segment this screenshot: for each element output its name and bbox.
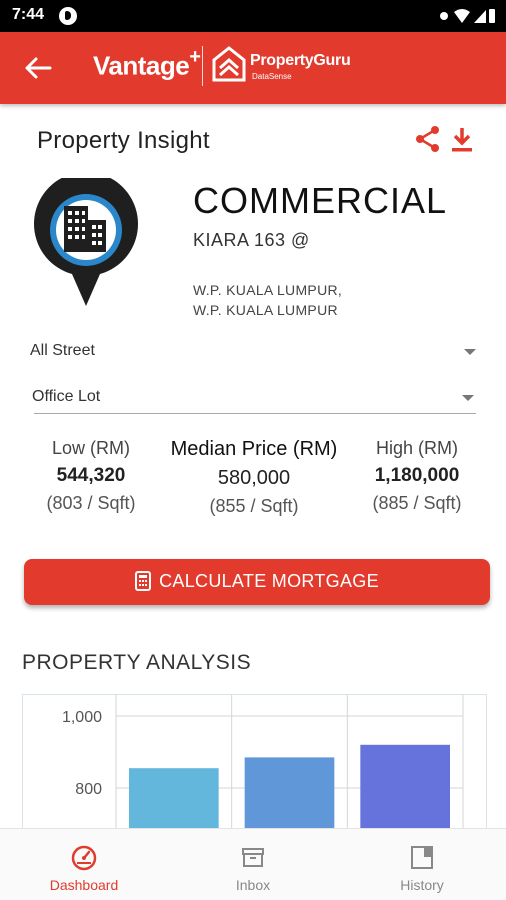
signal-icon bbox=[474, 10, 486, 23]
propertyguru-subtitle: DataSense bbox=[252, 72, 292, 81]
share-icon[interactable] bbox=[414, 124, 442, 154]
calculate-mortgage-button[interactable]: CALCULATE MORTGAGE bbox=[24, 559, 490, 605]
property-address: W.P. KUALA LUMPUR, W.P. KUALA LUMPUR bbox=[193, 280, 342, 320]
unit-type-dropdown-value: Office Lot bbox=[32, 388, 101, 405]
history-icon bbox=[411, 846, 433, 869]
nav-history[interactable]: History bbox=[338, 829, 506, 900]
address-line-1: W.P. KUALA LUMPUR, bbox=[193, 282, 343, 298]
propertyguru-logo-icon bbox=[212, 46, 246, 82]
page-title: Property Insight bbox=[37, 127, 210, 154]
price-high-psf: (885 / Sqft) bbox=[372, 493, 462, 513]
unit-type-dropdown[interactable]: Office Lot bbox=[32, 380, 478, 414]
price-median-label: Median Price (RM) bbox=[170, 438, 338, 460]
back-arrow-icon[interactable] bbox=[20, 52, 54, 84]
street-dropdown-value: All Street bbox=[30, 342, 95, 359]
bottom-nav: Dashboard Inbox History bbox=[0, 828, 506, 900]
property-analysis-title: PROPERTY ANALYSIS bbox=[22, 651, 252, 674]
dashboard-icon bbox=[71, 845, 97, 871]
inbox-icon bbox=[242, 848, 264, 867]
battery-icon bbox=[489, 9, 495, 23]
property-name: KIARA 163 @ bbox=[193, 230, 310, 250]
property-type: COMMERCIAL bbox=[193, 180, 448, 221]
price-high: High (RM) 1,180,000 (885 / Sqft) bbox=[360, 438, 474, 514]
vantage-logo-plus: + bbox=[189, 46, 201, 68]
brand-divider bbox=[202, 46, 203, 86]
street-dropdown[interactable]: All Street bbox=[30, 334, 480, 368]
vantage-logo: Vantage+ bbox=[93, 46, 201, 82]
dropdown-arrow-icon bbox=[464, 349, 476, 355]
dropdown-underline bbox=[34, 413, 476, 414]
nav-dashboard[interactable]: Dashboard bbox=[0, 829, 168, 900]
building-pin-icon bbox=[34, 178, 138, 306]
dropdown-arrow-icon bbox=[462, 395, 474, 401]
price-median: Median Price (RM) 580,000 (855 / Sqft) bbox=[160, 438, 348, 517]
wifi-icon bbox=[454, 9, 470, 23]
pocket-icon bbox=[59, 7, 77, 25]
price-low: Low (RM) 544,320 (803 / Sqft) bbox=[36, 438, 146, 514]
price-low-psf: (803 / Sqft) bbox=[46, 493, 136, 513]
price-median-value: 580,000 bbox=[217, 467, 291, 489]
price-high-value: 1,180,000 bbox=[374, 465, 460, 486]
download-icon[interactable] bbox=[448, 124, 476, 154]
dnd-dot-icon bbox=[440, 12, 448, 20]
price-low-value: 544,320 bbox=[56, 465, 126, 486]
price-median-psf: (855 / Sqft) bbox=[209, 496, 299, 516]
status-icons bbox=[440, 9, 495, 23]
propertyguru-name: PropertyGuru bbox=[250, 52, 351, 69]
nav-inbox[interactable]: Inbox bbox=[169, 829, 337, 900]
calculate-mortgage-label: CALCULATE MORTGAGE bbox=[159, 571, 379, 591]
calculator-icon bbox=[135, 571, 152, 591]
chart-tick-label: 1,000 bbox=[62, 709, 102, 726]
nav-inbox-label: Inbox bbox=[235, 877, 271, 893]
vantage-logo-text: Vantage bbox=[93, 50, 190, 81]
address-line-2: W.P. KUALA LUMPUR bbox=[193, 302, 338, 318]
price-high-label: High (RM) bbox=[375, 438, 458, 458]
nav-history-label: History bbox=[400, 877, 444, 893]
status-bar: 7:44 bbox=[0, 0, 506, 32]
status-time: 7:44 bbox=[12, 6, 45, 23]
nav-dashboard-label: Dashboard bbox=[49, 877, 119, 893]
chart-tick-label: 800 bbox=[75, 781, 102, 798]
price-low-label: Low (RM) bbox=[51, 438, 130, 458]
app-bar: Vantage+ PropertyGuru DataSense bbox=[0, 32, 506, 104]
